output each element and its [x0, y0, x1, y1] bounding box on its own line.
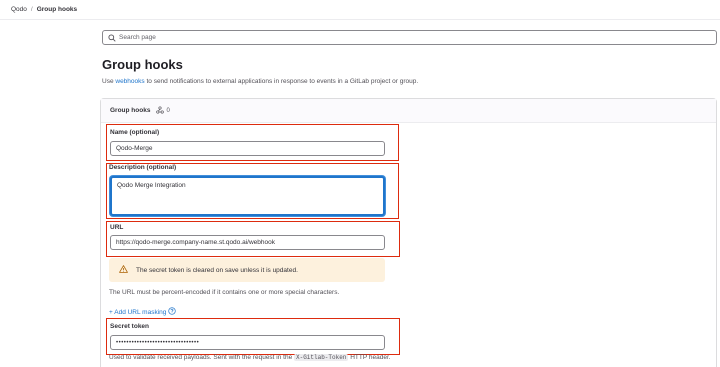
breadcrumb-item-group-hooks[interactable]: Group hooks [37, 6, 77, 13]
secret-token-help-text: Used to validate received payloads. Sent… [109, 354, 391, 361]
webhook-icon [156, 105, 165, 116]
page-description: Use webhooks to send notifications to ex… [102, 78, 418, 85]
card-title: Group hooks [110, 107, 151, 114]
description-prefix: Use [102, 78, 116, 85]
secret-token-warning-alert: The secret token is cleared on save unle… [109, 258, 385, 282]
card-header: Group hooks 0 [101, 99, 716, 123]
secret-help-suffix: HTTP header. [348, 354, 391, 361]
name-field[interactable]: Qodo-Merge [110, 141, 385, 156]
warning-icon [119, 265, 128, 275]
search-input[interactable] [119, 34, 699, 41]
breadcrumb-item-qodo[interactable]: Qodo [11, 6, 27, 13]
description-textarea[interactable]: Qodo Merge Integration [110, 176, 385, 216]
add-url-masking-link[interactable]: + Add URL masking [109, 307, 177, 317]
secret-help-prefix: Used to validate received payloads. Sent… [109, 354, 294, 361]
page-title: Group hooks [102, 57, 183, 72]
description-label: Description (optional) [109, 164, 177, 171]
url-field[interactable]: https://qodo-merge.company-name.st.qodo.… [110, 235, 385, 250]
description-suffix: to send notifications to external applic… [144, 78, 419, 85]
help-icon[interactable] [168, 307, 177, 317]
group-hooks-card: Group hooks 0 [100, 98, 717, 367]
secret-help-code: X-Gitlab-Token [294, 354, 349, 361]
breadcrumb-separator: / [30, 6, 33, 13]
url-help-text: The URL must be percent-encoded if it co… [109, 289, 340, 296]
webhooks-link[interactable]: webhooks [115, 78, 144, 85]
hook-count-badge: 0 [156, 105, 170, 116]
name-label: Name (optional) [110, 129, 160, 136]
secret-token-field[interactable]: •••••••••••••••••••••••••••••••• [110, 335, 385, 350]
breadcrumb: Qodo / Group hooks [11, 6, 77, 13]
search-icon [108, 33, 116, 42]
search-box[interactable] [102, 30, 717, 45]
alert-text: The secret token is cleared on save unle… [136, 266, 298, 274]
add-url-masking-label[interactable]: + Add URL masking [109, 309, 166, 316]
top-bar: Qodo / Group hooks [0, 0, 720, 20]
secret-token-label: Secret token [110, 323, 150, 330]
hook-count: 0 [166, 107, 170, 114]
url-label: URL [110, 224, 124, 231]
